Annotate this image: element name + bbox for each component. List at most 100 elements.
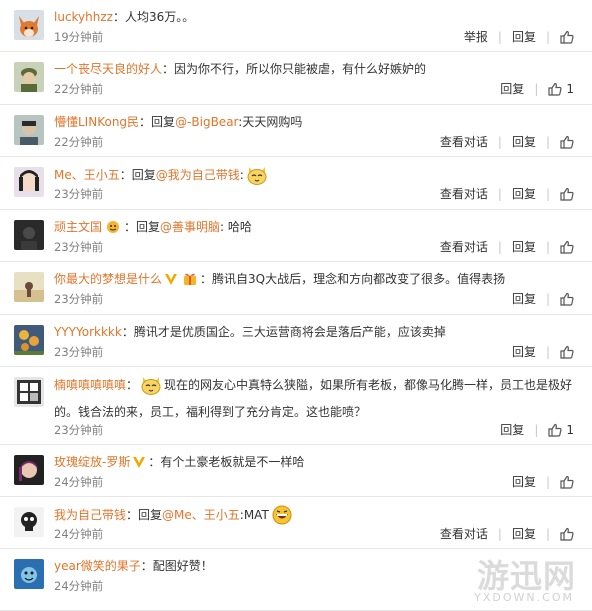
view-conversation-link[interactable]: 查看对话 <box>440 525 488 542</box>
reply-link[interactable]: 回复 <box>512 473 536 490</box>
mention-link[interactable]: @善事明脑 <box>160 220 220 234</box>
comment-content: ：有个土豪老板就是不一样哈 <box>148 455 305 469</box>
reply-link[interactable]: 回复 <box>512 290 536 307</box>
username-link[interactable]: Me、王小五 <box>54 168 120 182</box>
comment-actions: 回复 | <box>512 290 574 307</box>
mention-link[interactable]: @-BigBear <box>175 115 238 129</box>
username-link[interactable]: YYYYorkkkk <box>54 325 122 339</box>
fan-badge-icon[interactable] <box>104 220 122 240</box>
comment-item: 顽主文国 ：回复@善事明脑: 哈哈 23分钟前 查看对话 | 回复 | <box>0 210 592 262</box>
comment-timestamp: 24分钟前 <box>54 527 104 541</box>
report-link[interactable]: 举报 <box>464 28 488 45</box>
skull-avatar-icon[interactable] <box>14 507 44 537</box>
comment-content: ：回复 <box>124 220 161 234</box>
window-avatar-icon[interactable] <box>14 377 44 407</box>
like-button[interactable]: 1 <box>548 423 574 437</box>
reply-link[interactable]: 回复 <box>512 238 536 255</box>
like-button[interactable] <box>560 240 574 254</box>
gift-badge-icon[interactable] <box>182 272 198 292</box>
like-button[interactable] <box>560 527 574 541</box>
comment-text: 顽主文国 ：回复@善事明脑: 哈哈 <box>54 218 580 240</box>
comment-text: luckyhhzz：人均36万。。 <box>54 8 580 27</box>
thumbs-up-icon <box>548 423 562 437</box>
comment-actions: 举报 | 回复 | <box>464 28 574 45</box>
action-divider: | <box>497 186 502 201</box>
comment-body: year微笑的果子：配图好赞！ <box>54 557 580 576</box>
view-conversation-link[interactable]: 查看对话 <box>440 133 488 150</box>
username-link[interactable]: year微笑的果子 <box>54 559 141 573</box>
like-count: 1 <box>566 422 574 437</box>
comment-content: : <box>239 168 244 182</box>
comment-body: 懵懂LINKong民：回复@-BigBear:天天网购吗 <box>54 113 580 132</box>
action-divider: | <box>545 344 550 359</box>
comment-body: 你最大的梦想是什么 ：腾讯自3Q大战后，理念和方向都改变了很多。值得表扬 <box>54 270 580 292</box>
vip-badge-icon[interactable] <box>164 272 178 292</box>
comment-content: ：腾讯自3Q大战后，理念和方向都改变了很多。值得表扬 <box>200 272 506 286</box>
action-divider: | <box>534 81 539 96</box>
like-button[interactable] <box>560 30 574 44</box>
beach-avatar-icon[interactable] <box>14 272 44 302</box>
thumbs-up-icon <box>560 345 574 359</box>
comment-timestamp: 23分钟前 <box>54 345 104 359</box>
username-link[interactable]: luckyhhzz <box>54 10 113 24</box>
username-link[interactable]: 玫瑰绽放-罗斯 <box>54 455 130 469</box>
comment-timestamp: 22分钟前 <box>54 135 104 149</box>
comment-timestamp: 19分钟前 <box>54 30 104 44</box>
mention-link[interactable]: @Me、王小五 <box>162 508 240 522</box>
username-link[interactable]: 楠嗔嗔嗔嗔嗔 <box>54 378 126 392</box>
vip-badge-icon[interactable] <box>132 455 146 475</box>
username-link[interactable]: 顽主文国 <box>54 220 102 234</box>
like-button[interactable]: 1 <box>548 82 574 96</box>
dark-avatar-icon[interactable] <box>14 220 44 250</box>
comment-content: ：因为你不行，所以你只能被虐，有什么好嫉妒的 <box>162 62 427 76</box>
cartoon-avatar-icon[interactable] <box>14 559 44 589</box>
reply-link[interactable]: 回复 <box>500 421 524 438</box>
like-count: 1 <box>566 81 574 96</box>
like-button[interactable] <box>560 292 574 306</box>
comment-item: 楠嗔嗔嗔嗔嗔： 现在的网友心中真特么狭隘，如果所有老板，都像马化腾一样，员工也是极… <box>0 367 592 445</box>
action-divider: | <box>545 474 550 489</box>
comment-content: ：配图好赞！ <box>140 559 213 573</box>
comment-actions: 回复 | <box>512 343 574 360</box>
thumbs-up-icon <box>560 527 574 541</box>
thumbs-up-icon <box>560 292 574 306</box>
action-divider: | <box>497 239 502 254</box>
action-divider: | <box>497 29 502 44</box>
anime-avatar-icon[interactable] <box>14 167 44 197</box>
view-conversation-link[interactable]: 查看对话 <box>440 185 488 202</box>
view-conversation-link[interactable]: 查看对话 <box>440 238 488 255</box>
comment-timestamp: 23分钟前 <box>54 423 104 437</box>
action-divider: | <box>497 134 502 149</box>
comment-text: year微笑的果子：配图好赞！ <box>54 557 580 576</box>
reply-link[interactable]: 回复 <box>512 343 536 360</box>
comment-item: 我为自己带钱：回复@Me、王小五:MAT 24分钟前 查看对话 | 回复 | <box>0 497 592 549</box>
flower-avatar-icon[interactable] <box>14 325 44 355</box>
reply-link[interactable]: 回复 <box>500 80 524 97</box>
comment-item: 玫瑰绽放-罗斯 ：有个土豪老板就是不一样哈 24分钟前 回复 | <box>0 445 592 497</box>
like-button[interactable] <box>560 187 574 201</box>
username-link[interactable]: 一个丧尽天良的好人 <box>54 62 162 76</box>
cat-face-emoji <box>140 375 162 402</box>
like-button[interactable] <box>560 345 574 359</box>
like-button[interactable] <box>560 135 574 149</box>
reply-link[interactable]: 回复 <box>512 28 536 45</box>
soldier-avatar-icon[interactable] <box>14 62 44 92</box>
reply-link[interactable]: 回复 <box>512 133 536 150</box>
comment-actions: 回复 | 1 <box>500 421 574 438</box>
username-link[interactable]: 我为自己带钱 <box>54 508 126 522</box>
comment-content: ：回复 <box>139 115 176 129</box>
person-avatar-icon[interactable] <box>14 115 44 145</box>
girl-avatar-icon[interactable] <box>14 455 44 485</box>
reply-link[interactable]: 回复 <box>512 525 536 542</box>
like-button[interactable] <box>560 475 574 489</box>
fox-avatar-icon[interactable] <box>14 10 44 40</box>
comment-body: YYYYorkkkk：腾讯才是优质国企。三大运营商将会是落后产能，应该卖掉 <box>54 323 580 342</box>
username-link[interactable]: 懵懂LINKong民 <box>54 115 139 129</box>
comment-body: 玫瑰绽放-罗斯 ：有个土豪老板就是不一样哈 <box>54 453 580 475</box>
mention-link[interactable]: @我为自己带钱 <box>156 168 240 182</box>
comment-actions: 查看对话 | 回复 | <box>440 133 574 150</box>
comment-timestamp: 23分钟前 <box>54 240 104 254</box>
username-link[interactable]: 你最大的梦想是什么 <box>54 272 162 286</box>
comment-actions: 回复 | <box>512 473 574 490</box>
reply-link[interactable]: 回复 <box>512 185 536 202</box>
